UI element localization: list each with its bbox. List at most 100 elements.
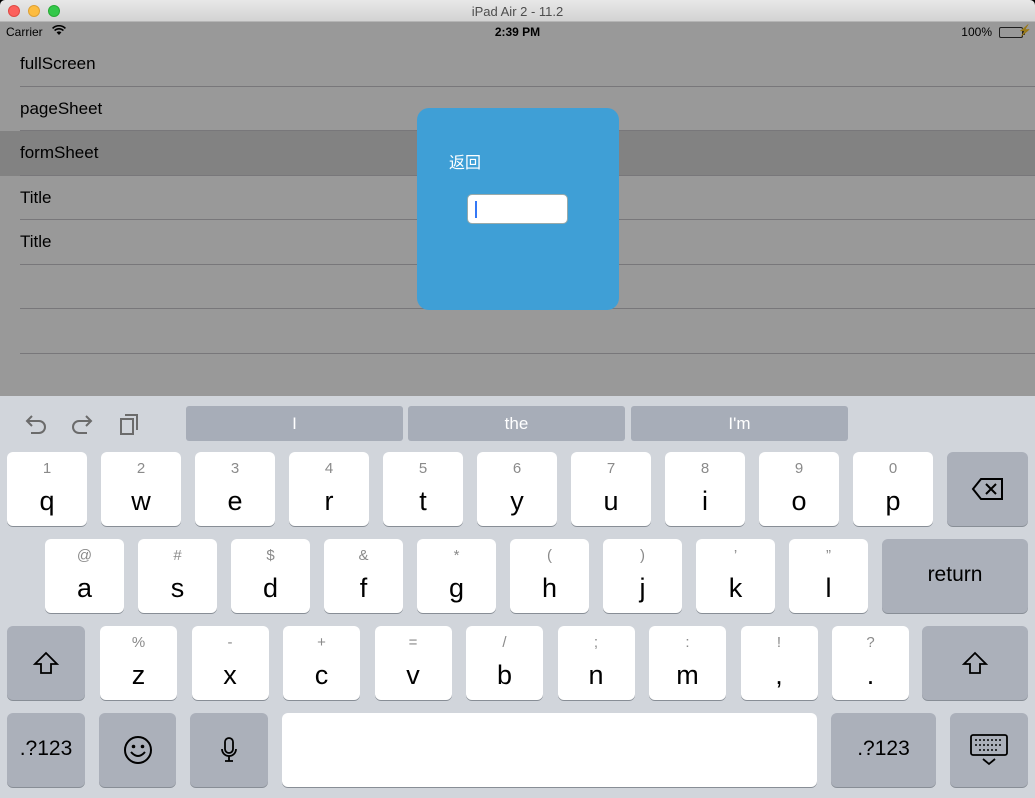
key-w[interactable]: 2w: [101, 452, 181, 526]
key-q[interactable]: 1q: [7, 452, 87, 526]
key-alternate-label: &: [358, 547, 369, 564]
key-label: d: [262, 573, 279, 603]
key-alternate-label: (: [547, 547, 552, 564]
key-u[interactable]: 7u: [571, 452, 651, 526]
key-label: u: [603, 486, 619, 516]
form-sheet-modal: 返回: [417, 108, 619, 310]
dictation-key[interactable]: [190, 713, 268, 787]
key-label: a: [76, 573, 93, 603]
key-a[interactable]: @ a: [45, 539, 124, 613]
key-e[interactable]: 3e: [195, 452, 275, 526]
key-j[interactable]: ) j: [603, 539, 682, 613]
redo-icon[interactable]: [68, 410, 96, 438]
window-title: iPad Air 2 - 11.2: [471, 4, 564, 19]
key-alternate-label: 2: [136, 460, 146, 477]
hide-keyboard-key[interactable]: [950, 713, 1028, 787]
delete-icon: [947, 452, 1028, 526]
shift-key-right[interactable]: [922, 626, 1028, 700]
simulator-screen: Carrier 2:39 PM 100% ⚡ fullScreen pageShe…: [0, 22, 1035, 798]
key-alternate-label: ?: [866, 634, 875, 651]
key-alternate-label: !: [776, 634, 782, 651]
space-bar[interactable]: [282, 713, 817, 787]
window-title-bar: iPad Air 2 - 11.2: [0, 0, 1035, 22]
key-label: w: [131, 486, 151, 516]
key-k[interactable]: ’ k: [696, 539, 775, 613]
key-y[interactable]: 6y: [477, 452, 557, 526]
key-label: c: [314, 660, 329, 690]
key-m[interactable]: :m: [649, 626, 726, 700]
key-label: q: [39, 486, 55, 516]
return-key[interactable]: return: [882, 539, 1028, 613]
paste-icon[interactable]: [115, 410, 143, 438]
key-d[interactable]: $ d: [231, 539, 310, 613]
key-b[interactable]: / b: [466, 626, 543, 700]
key-i[interactable]: 8i: [665, 452, 745, 526]
keyboard-dismiss-icon: [950, 713, 1028, 787]
key-x[interactable]: -x: [191, 626, 269, 700]
key-alternate-label: 8: [700, 460, 710, 477]
key-label: j: [639, 573, 646, 603]
key-label: h: [541, 573, 558, 603]
shift-icon: [922, 626, 1028, 700]
key-label: s: [170, 573, 185, 603]
key-g[interactable]: * g: [417, 539, 496, 613]
key-z[interactable]: % z: [100, 626, 177, 700]
key-alternate-label: 6: [512, 460, 522, 477]
key-alternate-label: ): [640, 547, 645, 564]
back-button[interactable]: 返回: [449, 149, 481, 173]
key-n[interactable]: ; n: [557, 626, 635, 700]
key-label: n: [588, 660, 604, 690]
numbers-key-right[interactable]: .?123: [831, 713, 936, 787]
key-label: z: [131, 660, 146, 690]
delete-key[interactable]: [947, 452, 1028, 526]
key-label: p: [885, 486, 901, 516]
key-alternate-label: 4: [324, 460, 334, 477]
software-keyboard: Ithe I'm 1 q 2 w 3 e 4 r 5 t 6 y 7 u 8 i 9 o 0 p @ a # s $ d & f * g(h)…: [0, 396, 1035, 798]
key-c[interactable]: + c: [283, 626, 360, 700]
key-label: g: [448, 573, 465, 603]
key-f[interactable]: & f: [324, 539, 403, 613]
emoji-icon: [99, 713, 176, 787]
key-o[interactable]: 9o: [759, 452, 839, 526]
microphone-icon: [190, 713, 268, 787]
key-alternate-label: ;: [593, 634, 599, 651]
key-alternate-label: @: [76, 547, 93, 564]
key-alternate-label: #: [173, 547, 182, 564]
numbers-key-left[interactable]: .?123: [7, 713, 85, 787]
key-t[interactable]: 5t: [383, 452, 463, 526]
key-alternate-label: 5: [418, 460, 428, 477]
return-key-label: return: [927, 563, 983, 586]
key-label: m: [676, 660, 699, 690]
key-alternate-label: +: [317, 634, 326, 651]
prediction-suggestion[interactable]: the: [408, 406, 625, 441]
key-alternate-label: 0: [888, 460, 898, 477]
key-label: k: [728, 573, 743, 603]
prediction-suggestion[interactable]: I: [186, 406, 403, 441]
key-p[interactable]: 0p: [853, 452, 933, 526]
undo-icon[interactable]: [22, 410, 50, 438]
key-comma[interactable]: !,: [740, 626, 818, 700]
key-alternate-label: *: [453, 547, 460, 564]
text-field[interactable]: [467, 194, 568, 224]
key-l[interactable]: ” l: [789, 539, 868, 613]
key-h[interactable]: (h: [510, 539, 589, 613]
key-alternate-label: 3: [230, 460, 240, 477]
key-label: o: [791, 486, 807, 516]
emoji-key[interactable]: [99, 713, 176, 787]
key-v[interactable]: = v: [374, 626, 452, 700]
prediction-suggestion[interactable]: I'm: [631, 406, 848, 441]
key-label: i: [702, 486, 708, 516]
key-label: t: [419, 486, 427, 516]
numbers-key-label: .?123: [19, 737, 73, 760]
key-r[interactable]: 4r: [289, 452, 369, 526]
key-label: f: [359, 573, 368, 603]
key-alternate-label: :: [685, 634, 690, 651]
shift-key-left[interactable]: [7, 626, 85, 700]
key-period[interactable]: ?.: [832, 626, 909, 700]
key-label: y: [510, 486, 524, 516]
key-s[interactable]: # s: [138, 539, 217, 613]
key-alternate-label: =: [408, 634, 418, 651]
key-alternate-label: /: [502, 634, 507, 651]
key-label: .: [866, 660, 875, 690]
key-alternate-label: 9: [794, 460, 804, 477]
